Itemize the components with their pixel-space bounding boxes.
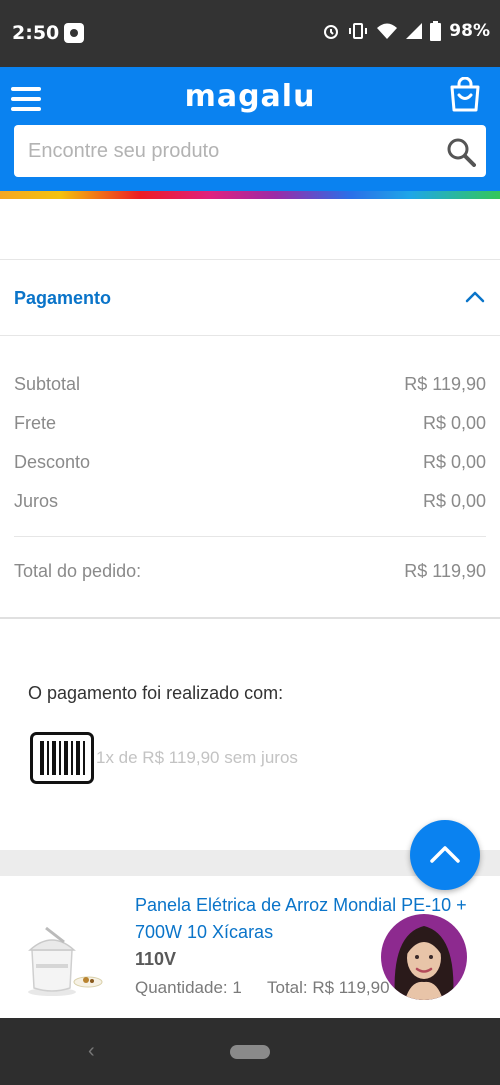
row-label: Subtotal (14, 374, 81, 394)
row-value: R$ 0,00 (422, 452, 486, 472)
back-icon[interactable]: ‹ (88, 1040, 95, 1063)
order-total-value: R$ 119,90 (404, 561, 486, 581)
installments-text: 1x de R$ 119,90 sem juros (96, 748, 298, 767)
search-bar (14, 125, 486, 177)
row-label: Juros (14, 491, 59, 511)
status-bar: 2:50 98% (0, 0, 500, 67)
paid-with-label: O pagamento foi realizado com: (28, 683, 284, 703)
search-input[interactable] (28, 125, 428, 177)
battery-icon (430, 21, 442, 41)
status-time: 2:50 (12, 22, 60, 44)
divider (0, 617, 500, 619)
assistant-face-icon (394, 926, 454, 1000)
camera-icon (64, 23, 84, 43)
status-icons: 98% (322, 21, 490, 41)
alarm-icon (324, 25, 339, 39)
magalu-logo[interactable]: magalu (0, 79, 500, 114)
product-total: Total: R$ 119,90 (267, 978, 390, 997)
rainbow-divider (0, 191, 500, 199)
assistant-avatar[interactable] (381, 914, 467, 1000)
row-value: R$ 0,00 (422, 413, 486, 433)
row-label: Desconto (14, 452, 91, 472)
chevron-up-icon[interactable] (464, 286, 486, 308)
row-value: R$ 119,90 (404, 374, 486, 394)
payment-title: Pagamento (14, 288, 112, 308)
wifi-icon (377, 23, 398, 39)
product-quantity: Quantidade: 1 (135, 978, 242, 997)
chevron-up-icon (430, 846, 460, 863)
shopping-bag-icon[interactable] (448, 77, 482, 113)
payment-section-header[interactable]: Pagamento (0, 262, 500, 334)
frete-row: Frete R$ 0,00 (14, 413, 486, 434)
row-value: R$ 0,00 (422, 491, 486, 511)
barcode-icon (30, 732, 94, 784)
app-header: magalu (0, 67, 500, 191)
battery-percent: 98% (449, 21, 490, 41)
scroll-to-top-button[interactable] (410, 820, 480, 890)
divider (0, 259, 500, 260)
signal-icon (406, 23, 423, 39)
row-label: Frete (14, 413, 57, 433)
home-pill-icon[interactable] (230, 1045, 270, 1059)
vibrate-icon (349, 23, 368, 39)
subtotal-row: Subtotal R$ 119,90 (14, 374, 486, 395)
divider (0, 335, 500, 336)
order-total-row: Total do pedido: R$ 119,90 (14, 561, 486, 582)
desconto-row: Desconto R$ 0,00 (14, 452, 486, 473)
product-variant: 110V (135, 949, 177, 969)
juros-row: Juros R$ 0,00 (14, 491, 486, 512)
product-image[interactable] (24, 926, 104, 998)
divider (14, 536, 486, 537)
search-icon[interactable] (446, 137, 476, 167)
order-total-label: Total do pedido: (14, 561, 142, 581)
